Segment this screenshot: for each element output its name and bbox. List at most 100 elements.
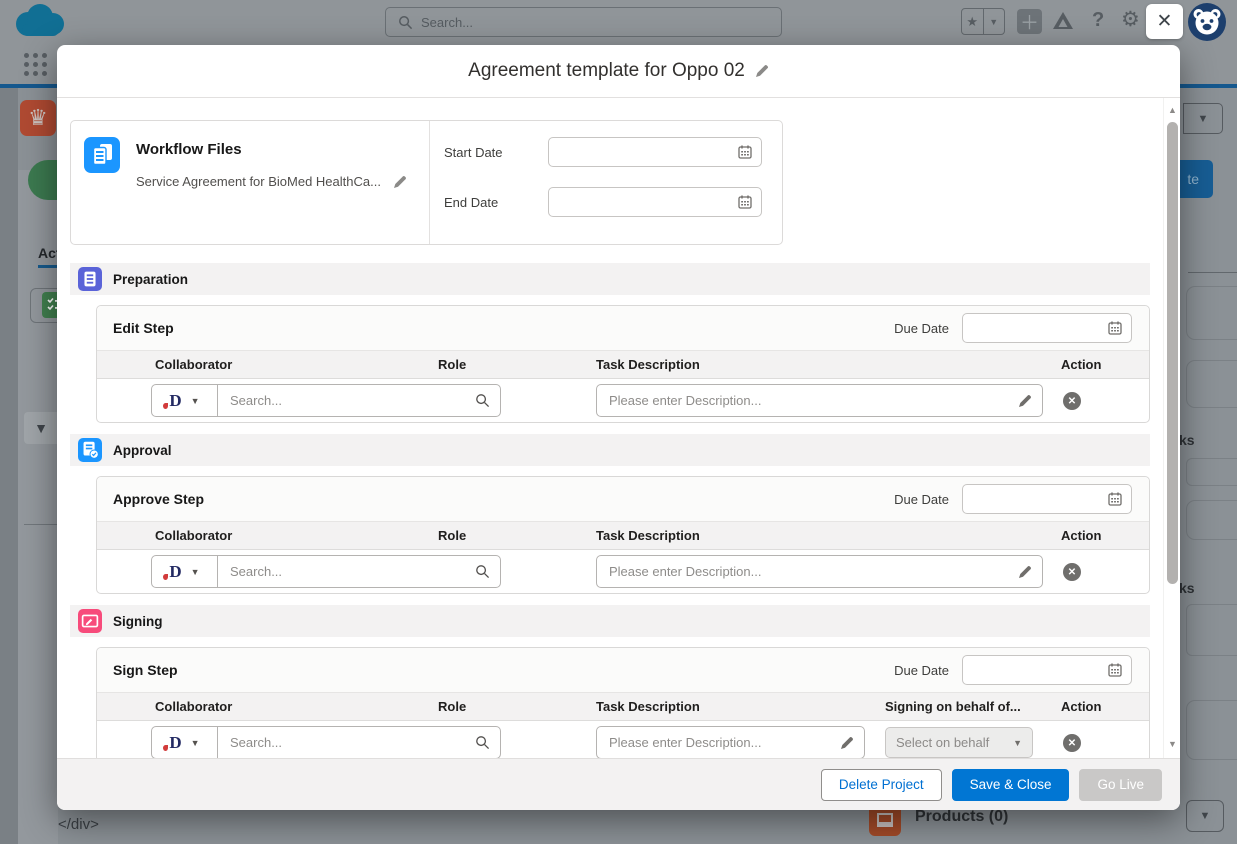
signing-behalf-select[interactable]: Select on behalf ▼ [885, 727, 1033, 758]
calendar-icon[interactable] [738, 145, 752, 159]
chevron-down-icon: ▼ [983, 9, 1005, 34]
edit-description-pencil-icon[interactable] [1018, 565, 1032, 579]
calendar-icon[interactable] [738, 195, 752, 209]
astro-avatar[interactable] [1188, 3, 1226, 41]
col-collaborator: Collaborator [155, 699, 232, 714]
signing-icon [78, 609, 102, 633]
table-row: D ▼ ✕ [97, 379, 1149, 422]
due-date-field[interactable] [972, 492, 1108, 507]
background-card [1186, 458, 1237, 486]
scrollbar-thumb[interactable] [1167, 122, 1178, 584]
collaborator-search-input[interactable] [218, 564, 475, 579]
task-description-field[interactable] [597, 735, 840, 750]
table-header: Collaborator Role Task Description Signi… [97, 693, 1149, 721]
due-date-label: Due Date [894, 492, 949, 507]
calendar-icon[interactable] [1108, 321, 1122, 335]
modal-close-button[interactable]: ✕ [1146, 4, 1183, 39]
calendar-icon[interactable] [1108, 492, 1122, 506]
section-bar-preparation: Preparation [70, 263, 1150, 295]
salesforce-logo-icon [8, 2, 70, 44]
section-bar-signing: Signing [70, 605, 1150, 637]
modal-scrollbar: ▲ ▼ [1163, 98, 1180, 758]
go-live-button[interactable]: Go Live [1079, 769, 1162, 801]
global-search-field [421, 15, 769, 30]
end-date-input[interactable] [548, 187, 762, 217]
background-dropdown-button: ▼ [1183, 103, 1223, 134]
calendar-icon[interactable] [1108, 663, 1122, 677]
search-icon[interactable] [475, 735, 490, 750]
add-icon: ＋ [1017, 9, 1042, 34]
sign-step-card: Sign Step Due Date Collaborator Role Tas… [96, 647, 1150, 758]
background-label-partial: ks [1179, 580, 1195, 596]
step-header: Edit Step Due Date [97, 306, 1149, 351]
favorites-button: ★ ▼ [961, 8, 1005, 35]
col-role: Role [438, 699, 466, 714]
collaborator-type-dropdown[interactable]: D ▼ [152, 556, 218, 587]
col-action: Action [1061, 528, 1101, 543]
save-close-button[interactable]: Save & Close [952, 769, 1070, 801]
background-card [1186, 700, 1237, 760]
task-description-field[interactable] [597, 393, 1018, 408]
collaborator-type-dropdown[interactable]: D ▼ [152, 385, 218, 416]
remove-row-button[interactable]: ✕ [1063, 392, 1081, 410]
col-role: Role [438, 528, 466, 543]
scroll-up-arrow[interactable]: ▲ [1164, 102, 1180, 118]
col-task-description: Task Description [596, 528, 700, 543]
table-header: Collaborator Role Task Description Actio… [97, 351, 1149, 379]
end-date-label: End Date [444, 195, 548, 210]
background-card [1186, 360, 1237, 408]
global-search-input [385, 7, 782, 37]
chevron-down-icon: ▼ [191, 738, 200, 748]
delete-project-button[interactable]: Delete Project [821, 769, 942, 801]
collaborator-combo: D ▼ [151, 555, 501, 588]
search-icon[interactable] [475, 393, 490, 408]
collaborator-search-input[interactable] [218, 393, 475, 408]
workflow-dates: Start Date End Date [429, 121, 782, 244]
star-icon: ★ [962, 9, 983, 34]
step-title: Sign Step [113, 662, 894, 678]
agreement-template-modal: Agreement template for Oppo 02 Workflow … [57, 45, 1180, 810]
search-icon[interactable] [475, 564, 490, 579]
col-collaborator: Collaborator [155, 528, 232, 543]
table-header: Collaborator Role Task Description Actio… [97, 522, 1149, 550]
col-task-description: Task Description [596, 357, 700, 372]
due-date-field[interactable] [972, 321, 1108, 336]
opportunity-crown-icon: ♛ [20, 100, 56, 136]
edit-file-pencil-icon[interactable] [393, 175, 407, 189]
start-date-field[interactable] [558, 145, 738, 160]
step-title: Approve Step [113, 491, 894, 507]
background-card [1186, 286, 1237, 340]
remove-row-button[interactable]: ✕ [1063, 563, 1081, 581]
left-panel [18, 170, 58, 844]
section-bar-approval: Approval [70, 434, 1150, 466]
due-date-input[interactable] [962, 313, 1132, 343]
help-icon: ? [1092, 7, 1104, 33]
start-date-label: Start Date [444, 145, 548, 160]
scroll-down-arrow[interactable]: ▼ [1164, 736, 1180, 752]
modal-body: Workflow Files Service Agreement for Bio… [57, 98, 1180, 758]
approve-step-card: Approve Step Due Date Collaborator Role … [96, 476, 1150, 594]
end-date-field[interactable] [558, 195, 738, 210]
divider [24, 524, 57, 525]
task-description-input [596, 726, 865, 758]
remove-row-button[interactable]: ✕ [1063, 734, 1081, 752]
app-launcher-icon [24, 53, 48, 77]
collaborator-search-input[interactable] [218, 735, 475, 750]
behalf-placeholder: Select on behalf [896, 735, 989, 750]
workflow-files-title: Workflow Files [136, 135, 429, 158]
collaborator-combo: D ▼ [151, 384, 501, 417]
task-description-field[interactable] [597, 564, 1018, 579]
start-date-input[interactable] [548, 137, 762, 167]
due-date-input[interactable] [962, 484, 1132, 514]
collaborator-type-dropdown[interactable]: D ▼ [152, 727, 218, 758]
due-date-input[interactable] [962, 655, 1132, 685]
products-dropdown-button: ▼ [1186, 800, 1224, 832]
background-label-partial: ks [1179, 432, 1195, 448]
docusign-logo-icon: D [169, 562, 181, 582]
edit-title-pencil-icon[interactable] [755, 64, 769, 78]
edit-description-pencil-icon[interactable] [840, 736, 854, 750]
edit-description-pencil-icon[interactable] [1018, 394, 1032, 408]
divider [1188, 272, 1237, 273]
setup-gear-icon: ⚙ [1121, 7, 1140, 33]
due-date-field[interactable] [972, 663, 1108, 678]
